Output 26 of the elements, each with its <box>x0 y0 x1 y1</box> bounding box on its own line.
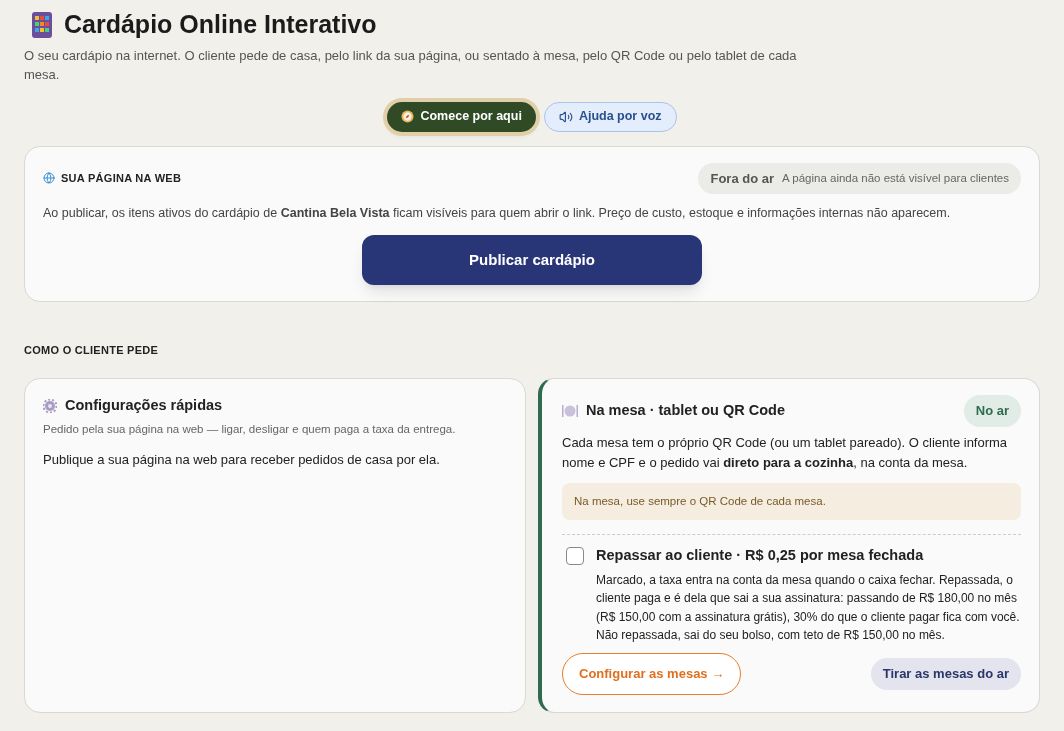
card-title: Na mesa · tablet ou QR Code <box>586 401 785 421</box>
card-message: Publique a sua página na web para receber pedidos de casa por ela. <box>43 451 441 470</box>
card-description: Cada mesa tem o próprio QR Code (ou um tablet pareado). O cliente informa nome e CPF e o pedido vai direto para a cozinha, na conta da mesa. <box>562 433 1009 472</box>
publish-button[interactable]: Publicar cardápio <box>362 234 702 285</box>
page-subtitle: O seu cardápio na internet. O cliente pede de casa, pelo link da sua página, ou sentado à mesa, pelo QR Code ou pelo tablet de cada mesa. <box>24 46 798 84</box>
pass-on-label: Repassar ao cliente · R$ 0,25 por mesa fechada <box>596 546 925 565</box>
take-offline-button[interactable]: Tirar as mesas do ar <box>870 657 1021 690</box>
globe-icon <box>43 172 55 185</box>
speaker-icon <box>558 109 573 124</box>
section-title: SUA PÁGINA NA WEB <box>61 171 182 186</box>
pass-on-description: Marcado, a taxa entra na conta da mesa quando o caixa fechar. Repassada, o cliente paga e é dela que sai a sua assinatura: passando de R$ 180,00 no mês (R$ 150,00 com a assinatura grátis), 30% do que o cliente pagar fica com você. Não repassada, sai do seu bolso, com teto de R$ 150,00 no mês. <box>596 571 1021 645</box>
card-subtitle: Pedido pela sua página na web — ligar, desligar e quem paga a taxa da entrega. <box>43 422 457 437</box>
voice-help-button[interactable]: Ajuda por voz <box>543 101 677 132</box>
status-label: Fora do ar <box>710 169 775 188</box>
notice-banner: Na mesa, use sempre o QR Code de cada mesa. <box>562 482 1021 520</box>
pass-on-checkbox[interactable] <box>566 547 584 565</box>
plate-icon <box>562 404 578 418</box>
tablet-icon <box>32 11 52 38</box>
gear-icon <box>43 399 57 414</box>
status-detail: A página ainda não está visível para clientes <box>782 170 1009 186</box>
compass-icon <box>401 110 415 123</box>
card-title: Configurações rápidas <box>65 396 223 416</box>
section-heading: COMO O CLIENTE PEDE <box>24 342 160 358</box>
page-title: Cardápio Online Interativo <box>64 9 377 40</box>
status-label: No ar <box>975 402 1009 421</box>
publish-description: Ao publicar, os itens ativos do cardápio de Cantina Bela Vista ficam visíveis para quem abrir o link. Preço de custo, estoque e informações internas não aparecem. <box>43 205 952 222</box>
